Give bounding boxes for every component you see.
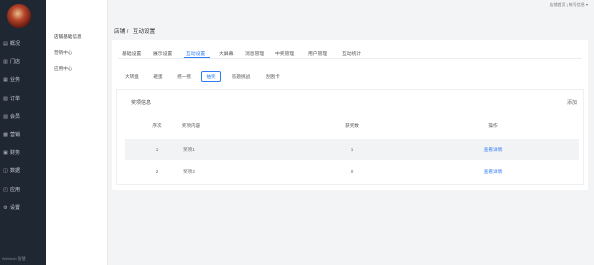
sidebar-item-label: 营销: [10, 132, 21, 138]
view-details-link[interactable]: 查看详情: [484, 147, 502, 153]
order-icon: ▧: [3, 95, 8, 102]
tab-basic[interactable]: 基础设置: [122, 50, 141, 57]
submenu-item-apps[interactable]: 应用中心: [54, 66, 72, 72]
submenu-item-store-info[interactable]: 店铺基础信息: [54, 34, 82, 40]
secondary-menu: 店铺基础信息 营销中心 应用中心: [46, 0, 108, 265]
store-icon: ▥: [3, 59, 8, 66]
view-details-link[interactable]: 查看详情: [484, 169, 502, 175]
sidebar-item-label: 订单: [10, 95, 21, 102]
sidebar-item-settings[interactable]: ⚙ 设置: [0, 202, 46, 214]
sidebar-item-store[interactable]: ▥ 门店: [0, 56, 46, 68]
table-row: 2 奖项2 0 查看详情: [125, 161, 579, 182]
finance-icon: ▣: [3, 150, 8, 157]
sidebar-item-order[interactable]: ▧ 订单: [0, 93, 46, 105]
subtab-shake[interactable]: 摇一摇: [172, 71, 196, 82]
tab-big-screen[interactable]: 大屏幕: [219, 50, 233, 57]
app-icon: ◰: [3, 186, 8, 193]
subtab-wheel[interactable]: 大转盘: [120, 71, 144, 82]
subtab-lottery[interactable]: 抽奖: [201, 71, 221, 82]
sidebar-item-label: 概况: [10, 41, 21, 47]
sidebar-item-label: 门店: [10, 59, 21, 66]
subtab-scratch[interactable]: 刮刮卡: [259, 71, 287, 82]
table-row: 1 奖项1 1 查看详情: [125, 139, 579, 160]
marketing-icon: ▩: [3, 132, 8, 138]
card-title: 奖项信息: [131, 100, 152, 106]
row-index: 1: [155, 147, 159, 152]
tab-statistics[interactable]: 互动统计: [342, 50, 361, 57]
prize-card: 奖项信息 添加 序次 奖项内容 获奖数 操作 1 奖项1 1 查看详情 2 奖项…: [116, 89, 584, 185]
add-button[interactable]: 添加: [567, 99, 577, 106]
sidebar-item-label: 数据: [10, 168, 21, 175]
tab-winners[interactable]: 中奖管理: [275, 50, 294, 57]
tab-interaction[interactable]: 互动设置: [186, 50, 205, 57]
row-count: 0: [350, 169, 354, 174]
sidebar-item-label: 会员: [10, 113, 21, 120]
sidebar-item-label: 应用: [10, 186, 21, 193]
sidebar-item-business[interactable]: ▦ 业务: [0, 74, 46, 86]
sidebar-item-member[interactable]: ▨ 会员: [0, 111, 46, 123]
tab-display[interactable]: 展示设置: [153, 50, 172, 57]
tabs-divider: [118, 58, 582, 59]
sidebar-item-marketing[interactable]: ▩ 营销: [0, 129, 46, 141]
sidebar-item-label: 业务: [10, 77, 21, 84]
main-sidebar: ▤ 概况 ▥ 门店 ▦ 业务 ▧ 订单 ▨ 会员 ▩ 营销 ▣ 财务 ◫ 数据 ◰ 应用 ⚙ 设置 Weimob 智慧: [0, 0, 46, 265]
submenu-item-marketing[interactable]: 营销中心: [54, 50, 72, 56]
column-header-content: 奖项内容: [181, 123, 201, 128]
chart-icon: ▤: [3, 41, 8, 47]
sidebar-item-label: 设置: [10, 204, 21, 211]
sidebar-item-chart[interactable]: ▤ 概况: [0, 38, 46, 50]
sidebar-item-label: 财务: [10, 150, 21, 157]
row-count: 1: [350, 147, 354, 152]
breadcrumb-parent[interactable]: 店铺 /: [114, 29, 128, 35]
store-logo[interactable]: [7, 4, 31, 28]
settings-icon: ⚙: [3, 204, 8, 211]
sidebar-item-finance[interactable]: ▣ 财务: [0, 147, 46, 159]
subtab-egg[interactable]: 砸蛋: [148, 71, 168, 82]
column-header-count: 获奖数: [345, 123, 359, 128]
breadcrumb: 店铺 / 互动设置: [114, 27, 155, 35]
row-content: 奖项2: [183, 169, 195, 174]
breadcrumb-current: 互动设置: [132, 29, 156, 35]
sidebar-item-app[interactable]: ◰ 应用: [0, 184, 46, 196]
main-panel: 基础设置 展示设置 互动设置 大屏幕 消息管理 中奖管理 用户管理 互动统计 大…: [112, 40, 588, 190]
account-menu[interactable]: 店铺首页 | 帐号信息 ▾: [550, 2, 588, 8]
sidebar-footer-brand: Weimob 智慧: [2, 256, 26, 261]
subtab-quiz[interactable]: 答题挑战: [226, 71, 256, 82]
tab-users[interactable]: 用户管理: [308, 50, 327, 57]
row-content: 奖项1: [183, 147, 195, 152]
business-icon: ▦: [3, 77, 8, 84]
row-index: 2: [155, 169, 159, 174]
data-icon: ◫: [3, 168, 8, 175]
member-icon: ▨: [3, 113, 8, 120]
column-header-action: 操作: [488, 123, 498, 128]
sidebar-item-data[interactable]: ◫ 数据: [0, 165, 46, 177]
tab-messages[interactable]: 消息管理: [245, 50, 264, 57]
column-header-index: 序次: [152, 123, 162, 128]
